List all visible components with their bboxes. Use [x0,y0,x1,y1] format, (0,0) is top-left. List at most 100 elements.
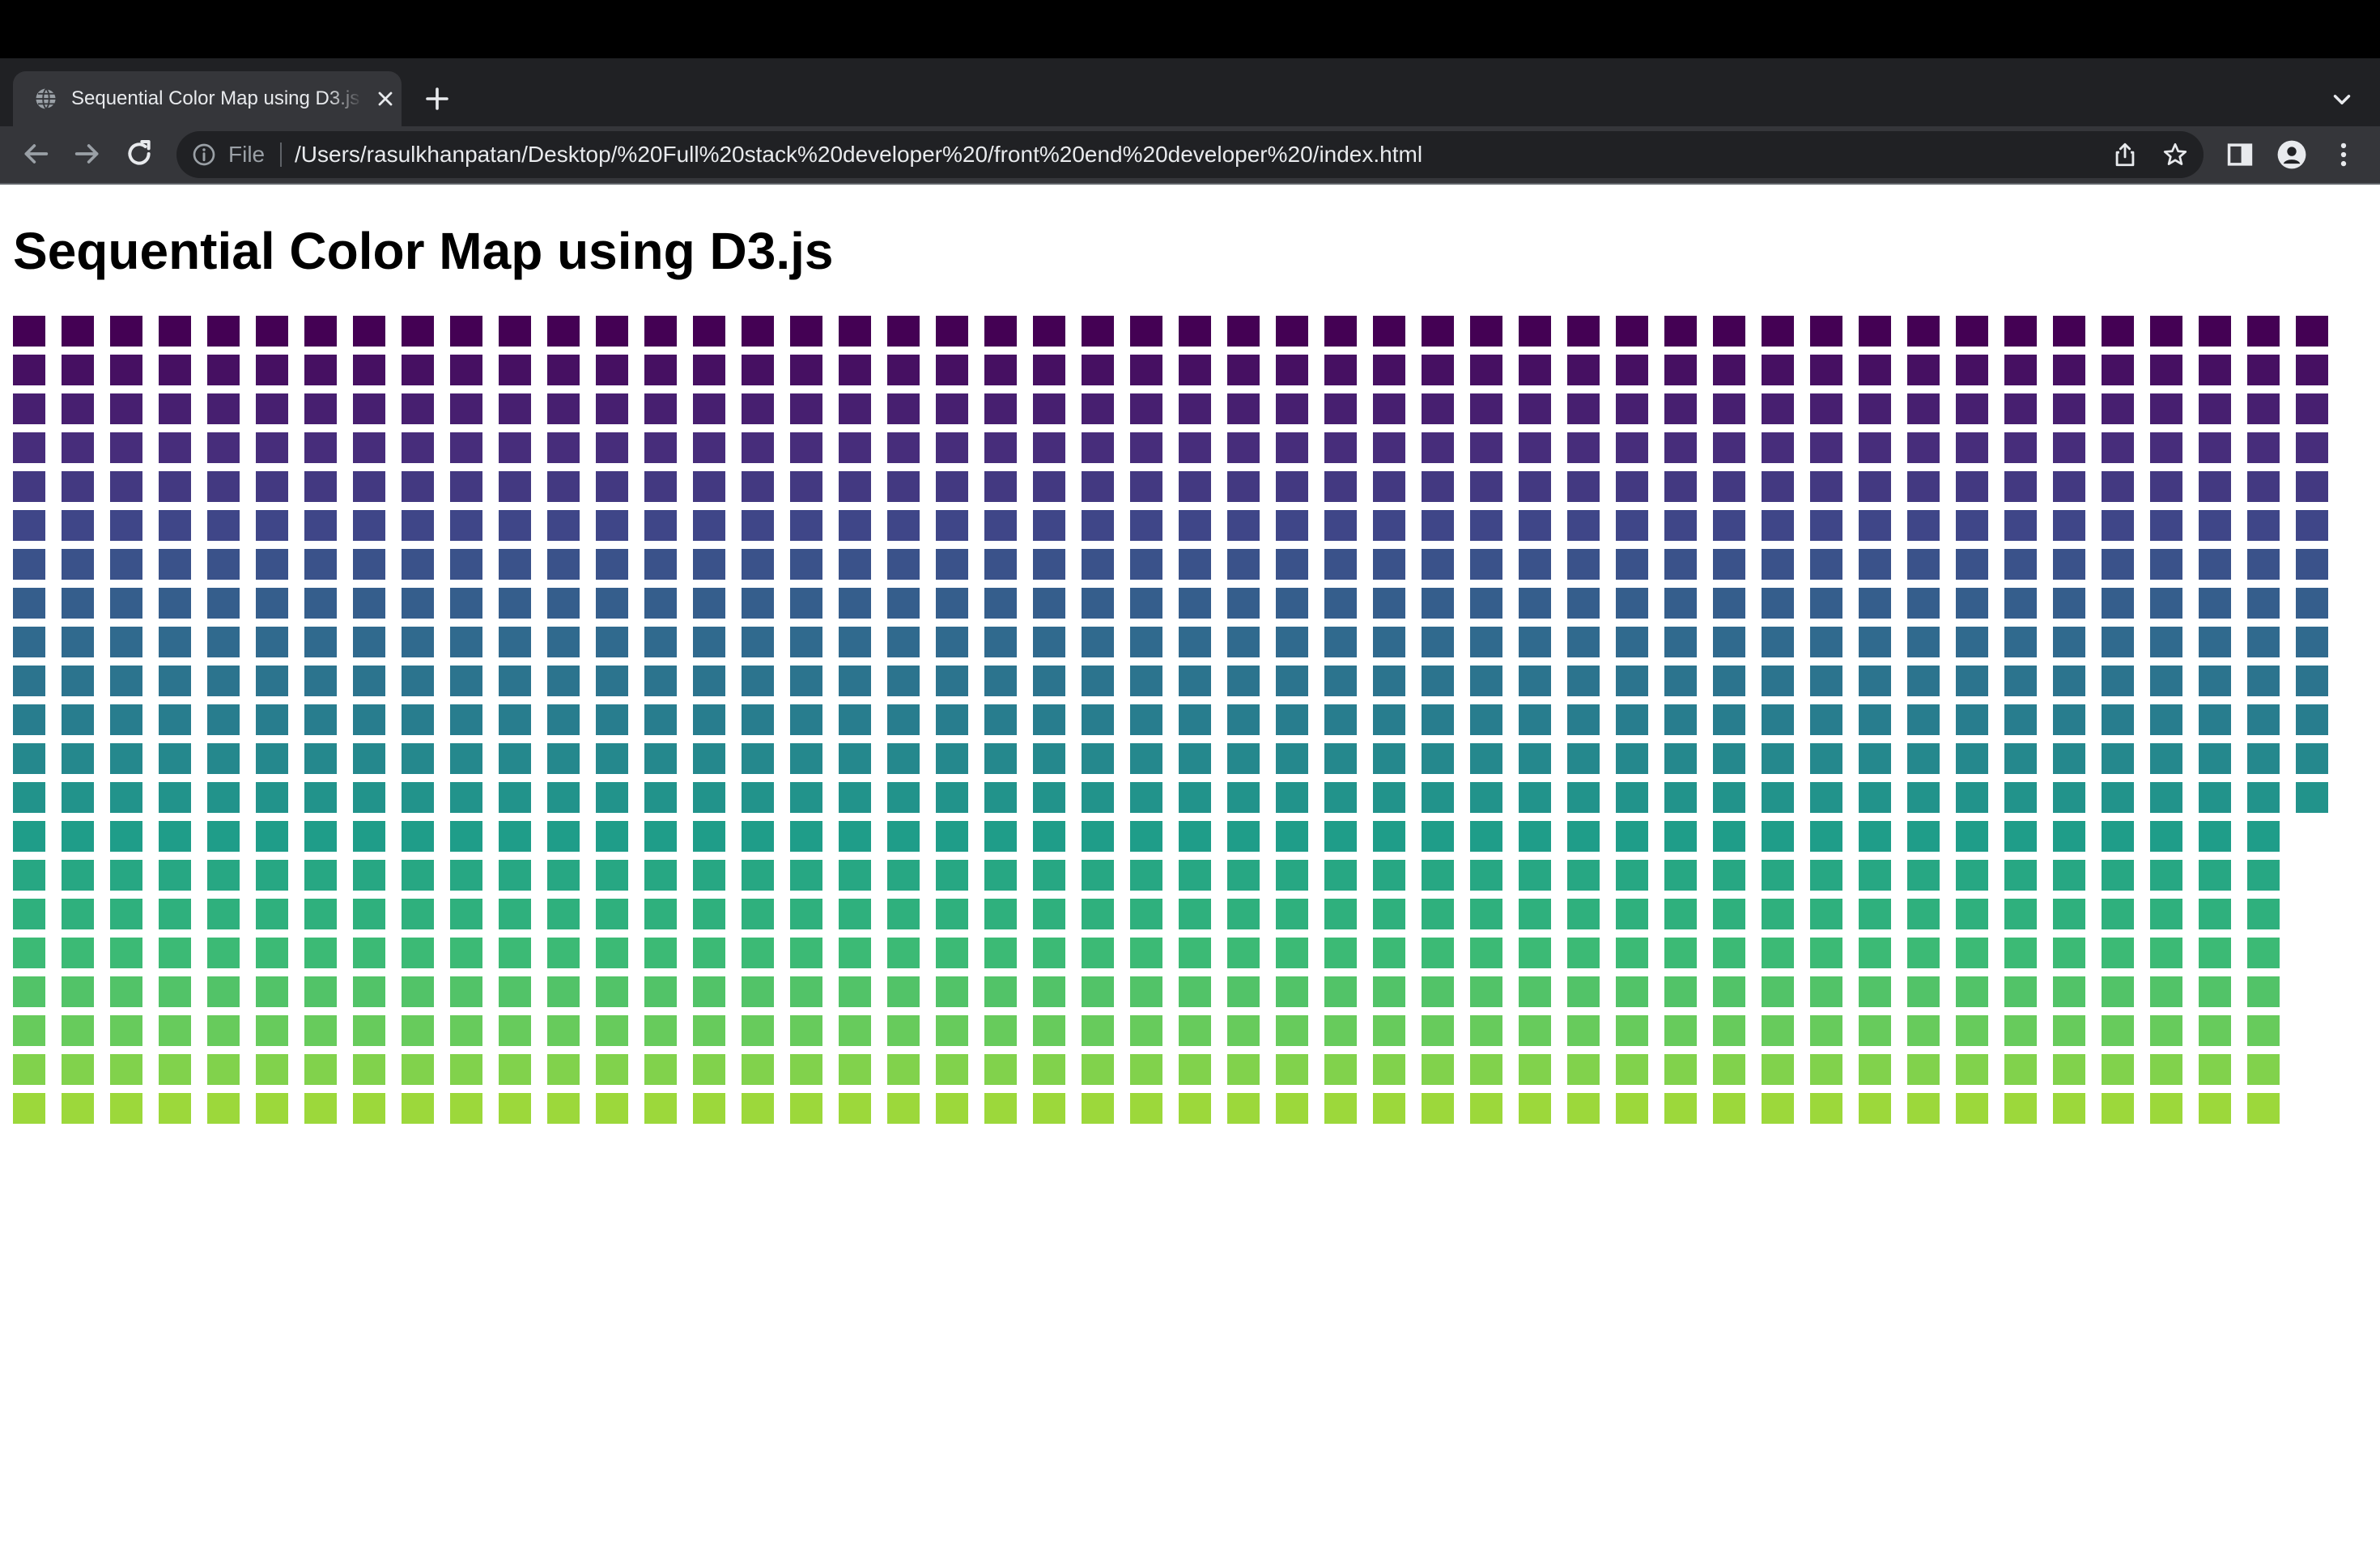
color-cell [1713,666,1745,696]
color-cell [1567,393,1600,424]
color-cell [2199,1054,2231,1085]
color-cell [596,432,628,463]
color-cell [984,588,1017,619]
color-cell [1713,627,1745,657]
color-cell [1179,938,1211,968]
color-cell [936,588,968,619]
color-cell [62,704,94,735]
color-cell [402,821,434,852]
color-cell [984,1015,1017,1046]
kebab-menu-icon[interactable] [2328,139,2359,170]
arrow-left-icon[interactable] [19,138,52,170]
color-cell [499,471,531,502]
close-icon[interactable] [374,87,397,110]
color-cell [596,782,628,813]
color-cell [1713,860,1745,891]
color-cell [1373,432,1405,463]
color-cell [1470,704,1502,735]
color-cell [1762,471,1794,502]
color-cell [839,393,871,424]
color-cell [1616,860,1648,891]
color-cell [110,510,142,541]
color-cell [1859,704,1891,735]
share-icon[interactable] [2111,141,2139,168]
color-cell [693,510,725,541]
color-cell [1956,393,1988,424]
color-cell [936,1093,968,1124]
color-cell [1082,432,1114,463]
color-cell [499,821,531,852]
color-cell [1859,393,1891,424]
color-cell [1422,938,1454,968]
globe-icon [36,87,57,110]
profile-icon[interactable] [2276,139,2307,170]
address-bar[interactable]: File /Users/rasulkhanpatan/Desktop/%20Fu… [176,131,2204,178]
color-cell [790,549,822,580]
color-cell [1179,1015,1211,1046]
color-cell [1664,1093,1697,1124]
color-cell [1907,1054,1940,1085]
color-cell [1324,588,1357,619]
color-cell [402,316,434,347]
color-cell [1373,860,1405,891]
color-cell [13,588,45,619]
info-icon[interactable] [191,142,217,168]
chevron-down-icon[interactable] [2328,86,2356,113]
color-cell [1373,355,1405,385]
url-text[interactable]: /Users/rasulkhanpatan/Desktop/%20Full%20… [295,131,1422,178]
color-cell [1470,782,1502,813]
color-cell [742,666,774,696]
color-cell [1907,393,1940,424]
color-cell [1373,588,1405,619]
color-cell [1324,627,1357,657]
color-cell [1519,588,1551,619]
color-cell [1033,588,1065,619]
color-cell [742,510,774,541]
color-cell [304,510,337,541]
color-cell [2199,432,2231,463]
color-cell [1664,1054,1697,1085]
color-cell [1130,549,1162,580]
color-cell [2296,471,2328,502]
color-cell [790,899,822,929]
color-cell [984,743,1017,774]
color-cell [887,393,920,424]
color-cell [1324,666,1357,696]
browser-tab[interactable]: Sequential Color Map using D3.js [13,71,402,126]
color-cell [1082,860,1114,891]
side-panel-icon[interactable] [2225,139,2255,170]
color-cell [499,393,531,424]
color-cell [1567,471,1600,502]
arrow-right-icon[interactable] [71,138,104,170]
color-cell [2004,1054,2037,1085]
color-cell [1907,355,1940,385]
star-icon[interactable] [2161,141,2189,168]
reload-icon[interactable] [123,138,155,170]
color-cell [596,1015,628,1046]
color-cell [1227,860,1260,891]
color-cell [1130,1015,1162,1046]
color-cell [936,899,968,929]
color-cell [2247,355,2280,385]
color-cell [450,938,482,968]
color-cell [1907,471,1940,502]
plus-icon[interactable] [423,84,452,113]
color-cell [1033,782,1065,813]
color-cell [839,1015,871,1046]
color-cell [353,355,385,385]
color-cell [1422,704,1454,735]
color-cell [1616,743,1648,774]
color-cell [984,627,1017,657]
color-cell [547,510,580,541]
color-cell [207,471,240,502]
color-cell [304,393,337,424]
color-cell [2296,432,2328,463]
color-cell [207,588,240,619]
color-cell [1324,821,1357,852]
color-cell [1810,782,1842,813]
color-cell [207,899,240,929]
color-cell [1810,743,1842,774]
color-cell [1227,743,1260,774]
color-cell [1664,782,1697,813]
color-cell [450,432,482,463]
